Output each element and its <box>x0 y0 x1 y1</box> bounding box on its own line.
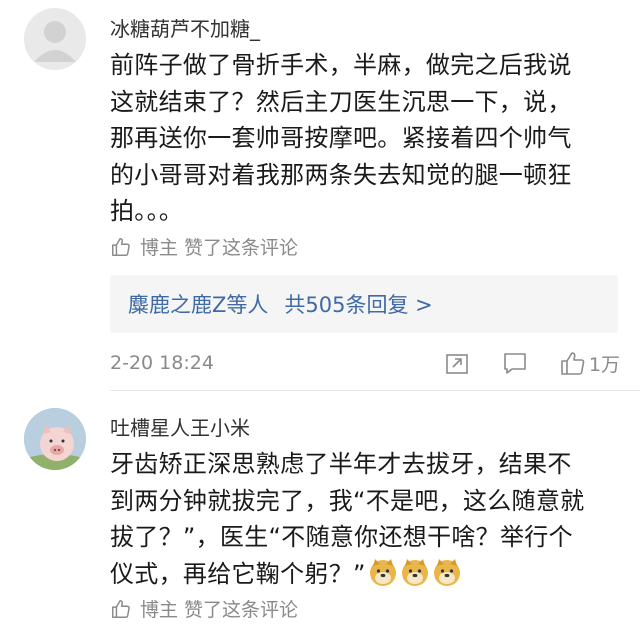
doge-emoji-icon <box>432 557 462 587</box>
comment-line: 拔了？”，医生“不随意你还想干啥？举行个 <box>110 523 573 551</box>
default-avatar-icon <box>24 8 86 70</box>
like-button[interactable]: 1万 <box>559 349 620 377</box>
comment-item: 冰糖葫芦不加糖_ 前阵子做了骨折手术，半麻，做完之后我说 这就结束了？然后主刀医… <box>0 0 640 385</box>
reply-count[interactable]: 共505条回复 > <box>284 289 432 319</box>
reply-button[interactable] <box>501 349 529 377</box>
thumbs-up-icon <box>561 352 585 375</box>
share-icon <box>446 354 468 374</box>
author-liked-row: 博主 赞了这条评论 <box>110 595 298 622</box>
author-liked-row: 博主 赞了这条评论 <box>110 233 298 260</box>
username[interactable]: 冰糖葫芦不加糖_ <box>110 13 260 42</box>
liked-by-author-text: 博主 赞了这条评论 <box>140 237 299 259</box>
share-button[interactable] <box>443 349 471 377</box>
divider <box>110 390 640 391</box>
comment-line: 牙齿矫正深思熟虑了半年才去拔牙，结果不 <box>110 450 572 478</box>
avatar[interactable] <box>24 408 86 470</box>
comment-meta-row: 2-20 18:24 1万 <box>110 343 620 383</box>
comment-line: 前阵子做了骨折手术，半麻，做完之后我说 <box>110 51 572 79</box>
comment-line: 这就结束了？然后主刀医生沉思一下，说， <box>110 87 572 116</box>
thumbs-up-icon <box>112 599 130 618</box>
doge-emoji-icon <box>400 557 430 587</box>
comment-time: 2-20 18:24 <box>110 352 214 374</box>
comment-line-with-emoji: 仪式，再给它鞠个躬？” <box>110 556 615 593</box>
like-count: 1万 <box>588 353 620 376</box>
doge-emoji-icon <box>368 557 398 587</box>
liked-by-author-text: 博主 赞了这条评论 <box>140 599 299 621</box>
comment-line: 到两分钟就拔完了，我“不是吧，这么随意就 <box>110 486 585 515</box>
comment-line: 那再送你一套帅哥按摩吧。紧接着四个帅气 <box>110 124 572 152</box>
pig-avatar-icon <box>24 408 86 470</box>
username[interactable]: 吐槽星人王小米 <box>110 412 250 441</box>
avatar[interactable] <box>24 8 86 70</box>
comment-icon <box>504 353 526 374</box>
comment-line: 仪式，再给它鞠个躬？” <box>110 559 366 588</box>
comment-item: 吐槽星人王小米 牙齿矫正深思熟虑了半年才去拔牙，结果不 到两分钟就拔完了，我“不… <box>0 392 640 634</box>
comment-line: 拍。。。 <box>110 197 184 225</box>
comment-line: 的小哥哥对着我那两条失去知觉的腿一顿狂 <box>110 160 572 189</box>
comment-text: 牙齿矫正深思熟虑了半年才去拔牙，结果不 到两分钟就拔完了，我“不是吧，这么随意就… <box>110 446 615 592</box>
comment-text: 前阵子做了骨折手术，半麻，做完之后我说 这就结束了？然后主刀医生沉思一下，说， … <box>110 47 615 230</box>
replies-summary[interactable]: 麋鹿之鹿Z等人 共505条回复 > <box>110 275 618 333</box>
reply-users[interactable]: 麋鹿之鹿Z等人 <box>128 289 268 319</box>
thumbs-up-icon <box>112 237 130 256</box>
